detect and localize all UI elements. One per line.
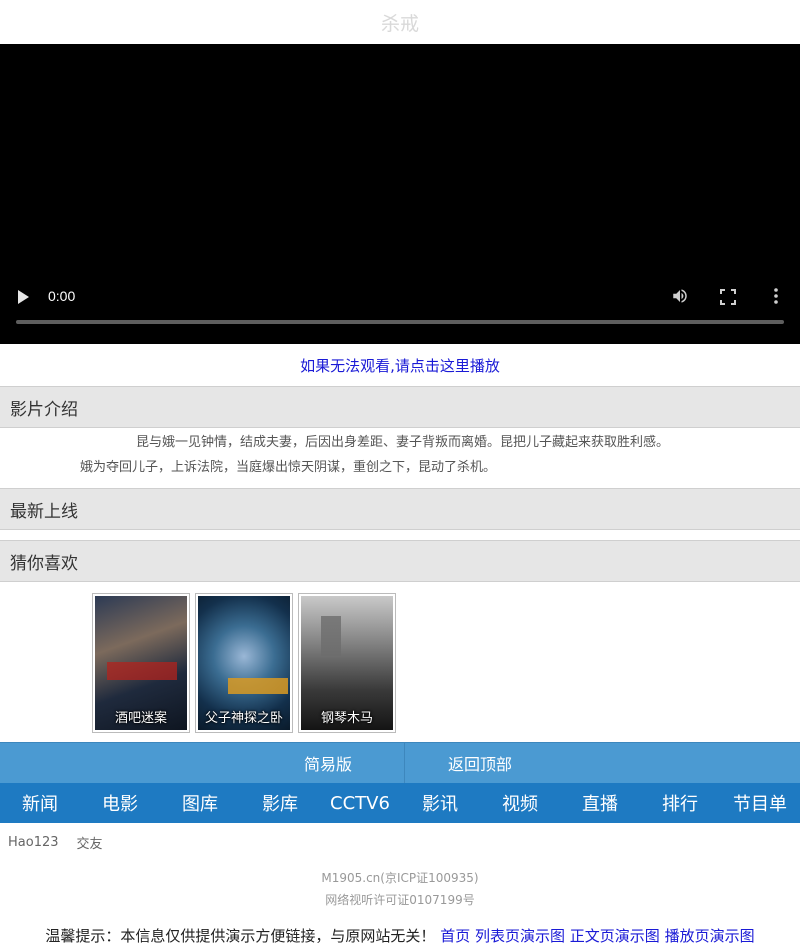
progress-bar[interactable] xyxy=(16,320,784,324)
nav-item-news[interactable]: 新闻 xyxy=(0,783,80,823)
license-number: 网络视听许可证0107199号 xyxy=(325,893,475,907)
notice-link-home[interactable]: 首页 xyxy=(440,927,470,944)
channel-nav: 新闻 电影 图库 影库 CCTV6 影讯 视频 直播 排行 节目单 xyxy=(0,783,800,823)
notice-bar: 温馨提示：本信息仅供提供演示方便链接，与原网站无关！ 首页 列表页演示图 正文页… xyxy=(0,925,800,944)
simple-version-button[interactable]: 简易版 xyxy=(0,743,405,783)
bottom-action-bar: 简易版 返回顶部 xyxy=(0,742,800,783)
recommendation-item[interactable]: 钢琴木马 xyxy=(298,593,396,733)
more-options-icon[interactable] xyxy=(770,287,782,305)
nav-item-gallery[interactable]: 图库 xyxy=(160,783,240,823)
notice-text: 温馨提示：本信息仅供提供演示方便链接，与原网站无关！ xyxy=(45,927,436,944)
link-social[interactable]: 交友 xyxy=(77,833,103,852)
page-title: 杀戒 xyxy=(380,12,419,35)
poster-title: 酒吧迷案 xyxy=(114,711,167,726)
poster-image: 父子神探之卧 xyxy=(198,596,290,730)
nav-item-cctv6[interactable]: CCTV6 xyxy=(320,783,400,823)
fullscreen-icon[interactable] xyxy=(720,289,736,305)
notice-link-article-demo[interactable]: 正文页演示图 xyxy=(570,927,660,944)
recommendation-item[interactable]: 父子神探之卧 xyxy=(195,593,293,733)
volume-icon[interactable] xyxy=(671,287,689,305)
nav-item-ranking[interactable]: 排行 xyxy=(640,783,720,823)
notice-link-list-demo[interactable]: 列表页演示图 xyxy=(475,927,565,944)
poster-image: 酒吧迷案 xyxy=(95,596,187,730)
nav-item-schedule[interactable]: 节目单 xyxy=(720,783,800,823)
footer-info: M1905.cn(京ICP证100935) 网络视听许可证0107199号 xyxy=(0,861,800,925)
notice-link-player-demo[interactable]: 播放页演示图 xyxy=(665,927,755,944)
section-latest-heading: 最新上线 xyxy=(0,488,800,530)
current-time: 0:00 xyxy=(48,288,76,304)
nav-item-live[interactable]: 直播 xyxy=(560,783,640,823)
recommendation-list: 酒吧迷案 父子神探之卧 钢琴木马 xyxy=(0,582,800,742)
synopsis-line-2: 娥为夺回儿子，上诉法院，当庭爆出惊天阴谋，重创之下，昆动了杀机。 xyxy=(80,460,497,475)
nav-item-film-library[interactable]: 影库 xyxy=(240,783,320,823)
video-player[interactable]: 0:00 xyxy=(0,44,800,344)
nav-item-film-news[interactable]: 影讯 xyxy=(400,783,480,823)
back-to-top-button[interactable]: 返回顶部 xyxy=(405,743,800,783)
nav-item-video[interactable]: 视频 xyxy=(480,783,560,823)
synopsis-line-1: 昆与娥一见钟情，结成夫妻，后因出身差距、妻子背叛而离婚。昆把儿子藏起来获取胜利感… xyxy=(136,435,670,450)
poster-image: 钢琴木马 xyxy=(301,596,393,730)
friend-links: Hao123 交友 xyxy=(0,823,800,861)
fallback-play-row: 如果无法观看,请点击这里播放 xyxy=(0,344,800,386)
recommendation-item[interactable]: 酒吧迷案 xyxy=(92,593,190,733)
poster-title: 钢琴木马 xyxy=(320,711,373,726)
fallback-play-link[interactable]: 如果无法观看,请点击这里播放 xyxy=(300,355,500,376)
link-hao123[interactable]: Hao123 xyxy=(8,835,59,850)
nav-item-movies[interactable]: 电影 xyxy=(80,783,160,823)
play-icon[interactable] xyxy=(18,290,29,304)
poster-title: 父子神探之卧 xyxy=(204,711,283,726)
section-intro-heading: 影片介绍 xyxy=(0,386,800,428)
movie-synopsis: 昆与娥一见钟情，结成夫妻，后因出身差距、妻子背叛而离婚。昆把儿子藏起来获取胜利感… xyxy=(0,428,800,488)
section-recommend-heading: 猜你喜欢 xyxy=(0,540,800,582)
icp-number: M1905.cn(京ICP证100935) xyxy=(321,871,479,885)
page-header: 杀戒 xyxy=(0,0,800,44)
